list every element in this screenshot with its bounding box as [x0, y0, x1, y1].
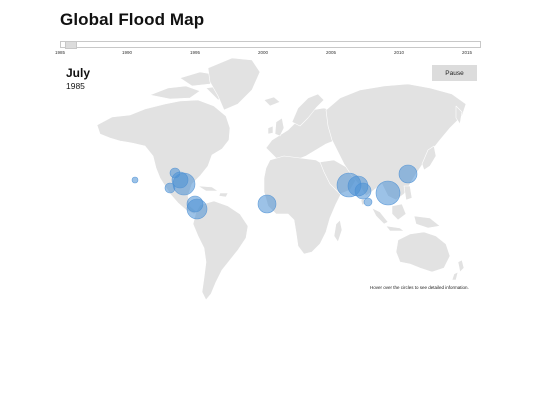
- land-iceland: [263, 96, 281, 107]
- land-arctic-islands: [149, 85, 201, 100]
- world-map: [96, 57, 467, 301]
- land-australia: [395, 231, 451, 273]
- land-greenland: [207, 57, 261, 111]
- land-cuba: [197, 185, 219, 192]
- land-ireland: [267, 125, 274, 135]
- land-sumatra: [371, 207, 389, 225]
- flood-bubble[interactable]: [354, 182, 372, 200]
- flood-bubble[interactable]: [375, 180, 401, 206]
- land-borneo: [391, 203, 407, 221]
- hover-hint: Hover over the circles to see detailed i…: [370, 285, 469, 290]
- land-north-america: [96, 99, 231, 215]
- flood-bubble[interactable]: [363, 197, 373, 207]
- flood-bubble[interactable]: [131, 176, 139, 184]
- land-new-guinea: [413, 215, 441, 229]
- land-philippines: [403, 185, 413, 201]
- flood-bubble[interactable]: [186, 198, 208, 220]
- land-madagascar: [333, 219, 343, 243]
- flood-bubble[interactable]: [257, 194, 277, 214]
- flood-bubble[interactable]: [172, 172, 196, 196]
- flood-bubble[interactable]: [164, 182, 176, 194]
- land-new-zealand: [451, 271, 459, 281]
- land-caribbean: [218, 192, 229, 198]
- flood-bubble[interactable]: [398, 164, 418, 184]
- land-new-zealand: [457, 259, 465, 273]
- land-java: [385, 225, 405, 232]
